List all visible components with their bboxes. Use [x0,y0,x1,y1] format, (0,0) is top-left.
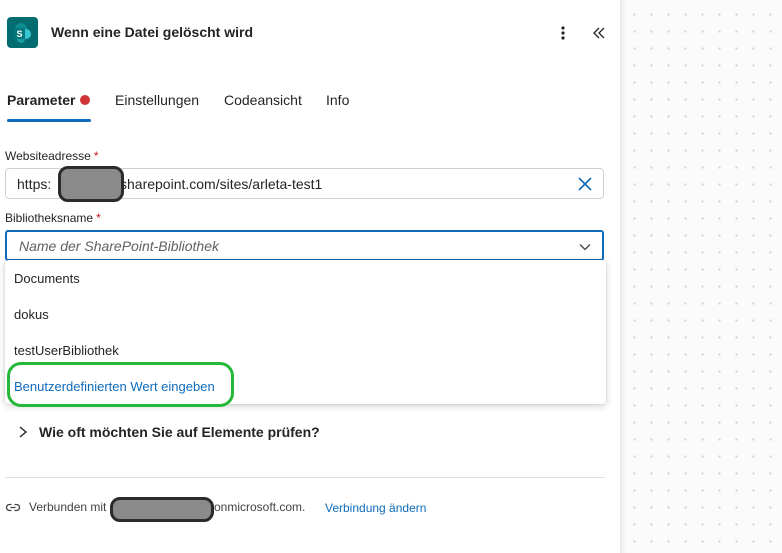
clear-icon[interactable] [576,175,594,193]
designer-canvas[interactable] [620,0,782,553]
tab-info[interactable]: Info [326,92,349,108]
polling-section-label: Wie oft möchten Sie auf Elemente prüfen? [39,424,320,440]
connected-with-label: Verbunden mit [29,500,107,514]
svg-text:S: S [16,29,22,39]
redacted-account [110,497,214,522]
polling-section-toggle[interactable]: Wie oft möchten Sie auf Elemente prüfen? [17,424,320,440]
active-tab-indicator [7,119,91,122]
site-address-input[interactable]: https: sharepoint.com/sites/arleta-test1 [5,166,604,202]
library-name-label: Bibliotheksname * [5,211,101,225]
library-name-placeholder: Name der SharePoint-Bibliothek [19,238,219,254]
panel-title: Wenn eine Datei gelöscht wird [51,24,254,40]
site-address-prefix: https: [17,176,52,192]
redacted-tenant [58,166,124,202]
option-testuserbibliothek[interactable]: testUserBibliothek [14,343,119,358]
more-options-button[interactable] [554,22,572,44]
action-panel: S Wenn eine Datei gelöscht wird Paramete… [0,0,620,553]
connected-account-domain: onmicrosoft.com. [214,500,306,514]
connection-link-icon [5,503,21,512]
option-dokus[interactable]: dokus [14,307,49,322]
tab-codeansicht[interactable]: Codeansicht [224,92,302,108]
divider [5,477,605,478]
chevron-right-icon [19,426,28,438]
sharepoint-icon: S [7,17,38,48]
double-chevron-left-icon [593,27,605,39]
site-address-label: Websiteadresse * [5,149,99,163]
annotation-highlight [7,362,234,407]
change-connection-link[interactable]: Verbindung ändern [325,501,426,515]
library-name-dropdown[interactable]: Name der SharePoint-Bibliothek [5,230,604,261]
error-indicator-icon [80,95,90,105]
chevron-down-icon [579,244,591,251]
tab-parameter[interactable]: Parameter [7,92,76,108]
collapse-panel-button[interactable] [589,22,609,44]
site-address-value: sharepoint.com/sites/arleta-test1 [120,176,323,192]
more-vertical-icon [561,26,565,40]
tab-einstellungen[interactable]: Einstellungen [115,92,199,108]
option-documents[interactable]: Documents [14,271,80,286]
